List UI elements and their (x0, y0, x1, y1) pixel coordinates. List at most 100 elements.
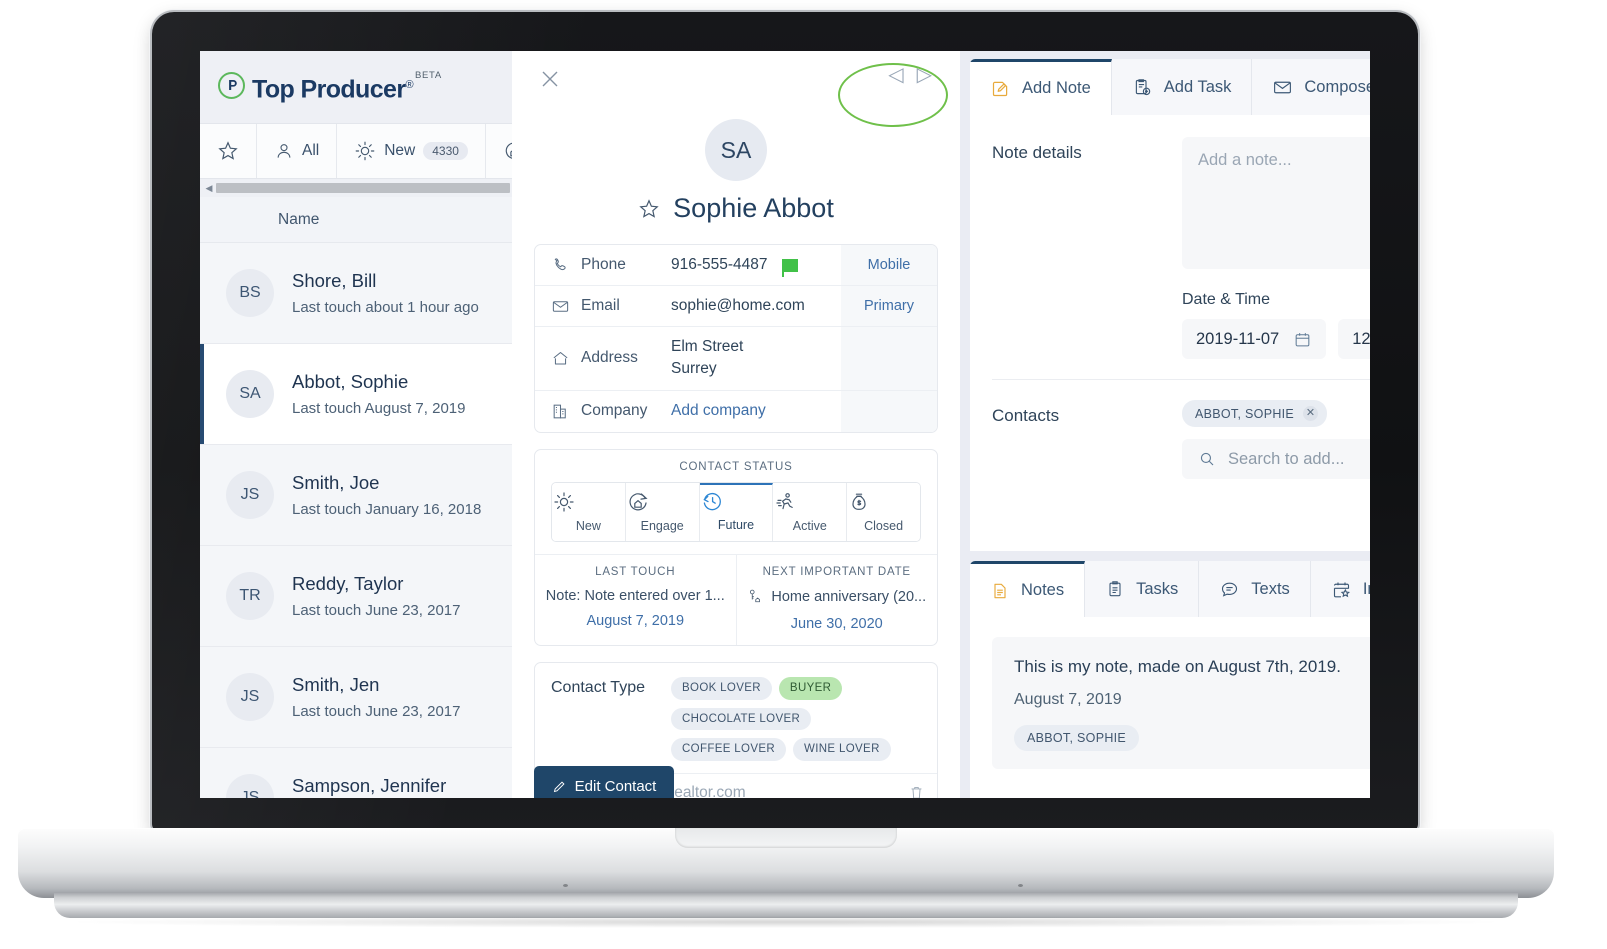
contact-type-tag[interactable]: CHOCOLATE LOVER (671, 707, 812, 731)
info-row-phone[interactable]: Phone 916-555-4487 Mobile (535, 245, 937, 286)
contacts-list[interactable]: BS Shore, Bill Last touch about 1 hour a… (200, 243, 512, 798)
avatar: JS (226, 471, 274, 519)
contact-search-input[interactable]: Search to add... (1182, 439, 1370, 479)
top-producer-logo-icon (218, 71, 245, 99)
horizontal-scrollbar[interactable]: ◀ (200, 179, 512, 197)
contact-list-item[interactable]: TR Reddy, Taylor Last touch June 23, 201… (200, 546, 512, 647)
next-date-date[interactable]: June 30, 2020 (747, 616, 928, 632)
contact-meta: Abbot, Sophie Last touch August 7, 2019 (292, 371, 465, 417)
tab-notes[interactable]: Notes (970, 561, 1086, 617)
filter-new-label: New (384, 142, 416, 159)
tab-tasks-label: Tasks (1136, 579, 1179, 598)
edit-contact-button[interactable]: Edit Contact (534, 766, 674, 798)
contact-name: Sampson, Jennifer (292, 775, 447, 796)
note-history-item[interactable]: This is my note, made on August 7th, 201… (992, 637, 1370, 769)
company-label: Company (581, 402, 648, 420)
contact-name: Smith, Joe (292, 472, 380, 493)
status-tab-new[interactable]: New (552, 482, 626, 541)
contact-status-tabs[interactable]: New Engage Future Active Closed (551, 481, 921, 542)
contact-type-tag[interactable]: COFFEE LOVER (671, 738, 787, 761)
scroll-thumb[interactable] (216, 183, 510, 193)
contact-name: Abbot, Sophie (292, 371, 409, 392)
calendar-icon[interactable] (1293, 330, 1312, 349)
info-row-address[interactable]: Address Elm Street Surrey (535, 327, 937, 391)
phone-type-tag[interactable]: Mobile (841, 245, 937, 285)
contact-chip-label: ABBOT, SOPHIE (1195, 406, 1295, 421)
avatar: TR (226, 572, 274, 620)
envelope-icon (551, 297, 570, 316)
next-date-label: Home anniversary (20... (771, 588, 927, 605)
note-details-row: Note details Add a note... Date & Time 2… (970, 137, 1370, 359)
next-date-caption: NEXT IMPORTANT DATE (762, 565, 911, 578)
contact-type-tags[interactable]: BOOK LOVER BUYER CHOCOLATE LOVER COFFEE … (663, 663, 937, 773)
tab-tasks[interactable]: Tasks (1085, 561, 1200, 617)
contact-type-tag[interactable]: WINE LOVER (793, 738, 891, 761)
date-input[interactable]: 2019-11-07 (1182, 319, 1327, 359)
note-contact-chip[interactable]: ABBOT, SOPHIE (1014, 725, 1140, 751)
info-row-email[interactable]: Email sophie@home.com Primary (535, 286, 937, 327)
scroll-left-arrow[interactable]: ◀ (202, 183, 216, 193)
contact-chip[interactable]: ABBOT, SOPHIE ✕ (1182, 400, 1328, 427)
sun-icon (354, 140, 376, 162)
history-tabs[interactable]: Notes Tasks Texts I (970, 561, 1370, 617)
remove-chip-icon[interactable]: ✕ (1303, 406, 1319, 421)
base-top-surface (18, 828, 1554, 898)
note-input[interactable]: Add a note... (1182, 137, 1370, 269)
contact-last-touch: Last touch June 23, 2017 (292, 703, 461, 720)
add-company-link[interactable]: Add company (663, 391, 841, 432)
note-pencil-icon (990, 78, 1011, 99)
status-tab-future[interactable]: Future (699, 482, 774, 541)
contact-last-touch: Last touch January 16, 2018 (292, 501, 482, 518)
phone-label-cell: Phone (535, 245, 663, 285)
email-type-tag[interactable]: Primary (841, 286, 937, 326)
filter-all[interactable]: All (257, 124, 338, 178)
status-tab-engage[interactable]: Engage (625, 482, 700, 541)
filter-new[interactable]: New 4330 (337, 124, 486, 178)
contact-type-tag-buyer[interactable]: BUYER (778, 676, 843, 700)
contact-list-item[interactable]: JS Smith, Jen Last touch June 23, 2017 (200, 647, 512, 748)
envelope-icon (1272, 77, 1293, 98)
status-tab-closed[interactable]: Closed (847, 482, 920, 541)
favorite-star-icon[interactable] (638, 198, 660, 220)
contacts-sidebar: Top Producer® BETA All New 4330 ◀ Name B… (200, 51, 543, 798)
tab-important[interactable]: Important (1310, 561, 1370, 617)
last-touch-date[interactable]: August 7, 2019 (545, 613, 726, 629)
close-icon[interactable] (538, 67, 562, 91)
status-tab-active[interactable]: Active (773, 482, 848, 541)
engage-home-icon (626, 490, 699, 516)
avatar: BS (226, 269, 274, 317)
contact-name: Smith, Jen (292, 674, 380, 695)
status-tab-closed-label: Closed (864, 518, 904, 533)
tab-add-task[interactable]: Add Task (1111, 59, 1253, 115)
contact-info-card: Phone 916-555-4487 Mobile Email sophie@h… (534, 244, 938, 433)
add-activity-panel: Add Note Add Task Compose Note details A… (970, 59, 1370, 551)
contacts-filter-bar: All New 4330 (200, 123, 543, 179)
tab-compose-email[interactable]: Compose Email (1252, 59, 1370, 115)
tab-add-note[interactable]: Add Note (970, 59, 1112, 115)
delete-icon[interactable] (908, 784, 925, 798)
info-row-company[interactable]: Company Add company (535, 390, 937, 432)
green-flag-icon (781, 258, 798, 277)
contact-meta: Shore, Bill Last touch about 1 hour ago (292, 270, 479, 316)
tab-add-note-label: Add Note (1022, 79, 1091, 97)
contact-list-item[interactable]: BS Shore, Bill Last touch about 1 hour a… (200, 243, 512, 344)
contact-status-card: CONTACT STATUS New Engage Future Active … (534, 448, 938, 646)
history-panel: Notes Tasks Texts I This is my note, mad… (970, 561, 1370, 798)
contact-type-tag[interactable]: BOOK LOVER (671, 676, 772, 700)
app-logo[interactable]: Top Producer® BETA (218, 68, 442, 106)
contact-list-item-selected[interactable]: SA Abbot, Sophie Last touch August 7, 20… (200, 344, 512, 445)
building-icon (551, 402, 570, 421)
contact-list-item[interactable]: JS Smith, Joe Last touch January 16, 201… (200, 445, 512, 546)
contact-list-item[interactable]: JS Sampson, Jennifer Last touch Septembe… (200, 748, 512, 798)
time-input[interactable]: 12:55 (1338, 319, 1370, 359)
note-body: This is my note, made on August 7th, 201… (1014, 657, 1341, 676)
key-house-icon (747, 589, 766, 607)
contact-title: Sophie Abbot (534, 193, 938, 224)
filter-favorites[interactable] (200, 124, 257, 178)
activity-tabs[interactable]: Add Note Add Task Compose (970, 59, 1370, 115)
status-tab-engage-label: Engage (640, 518, 684, 533)
tab-texts[interactable]: Texts (1199, 561, 1311, 617)
contact-avatar: SA (705, 119, 767, 181)
record-navigation[interactable]: ◁ ▷ (838, 63, 948, 127)
address-line-2: Surrey (671, 360, 717, 378)
